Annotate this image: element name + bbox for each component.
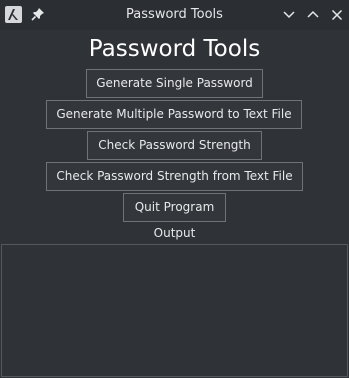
check-strength-from-file-button[interactable]: Check Password Strength from Text File: [46, 162, 303, 191]
chevron-up-icon: [307, 10, 319, 18]
close-button[interactable]: [328, 6, 346, 24]
page-title: Password Tools: [88, 36, 261, 62]
close-icon: [331, 9, 343, 21]
output-label: Output: [153, 226, 196, 240]
generate-single-password-button[interactable]: Generate Single Password: [86, 69, 263, 98]
title-bar[interactable]: Password Tools: [0, 0, 349, 30]
quit-program-button[interactable]: Quit Program: [123, 193, 226, 222]
maximize-button[interactable]: [304, 6, 322, 24]
password-tools-window: Password Tools Password Tools Generate S…: [0, 0, 349, 378]
chevron-down-icon: [283, 11, 295, 19]
check-password-strength-button[interactable]: Check Password Strength: [87, 131, 262, 160]
output-text-area[interactable]: [1, 244, 348, 377]
minimize-button[interactable]: [280, 6, 298, 24]
generate-multiple-password-button[interactable]: Generate Multiple Password to Text File: [46, 100, 302, 129]
